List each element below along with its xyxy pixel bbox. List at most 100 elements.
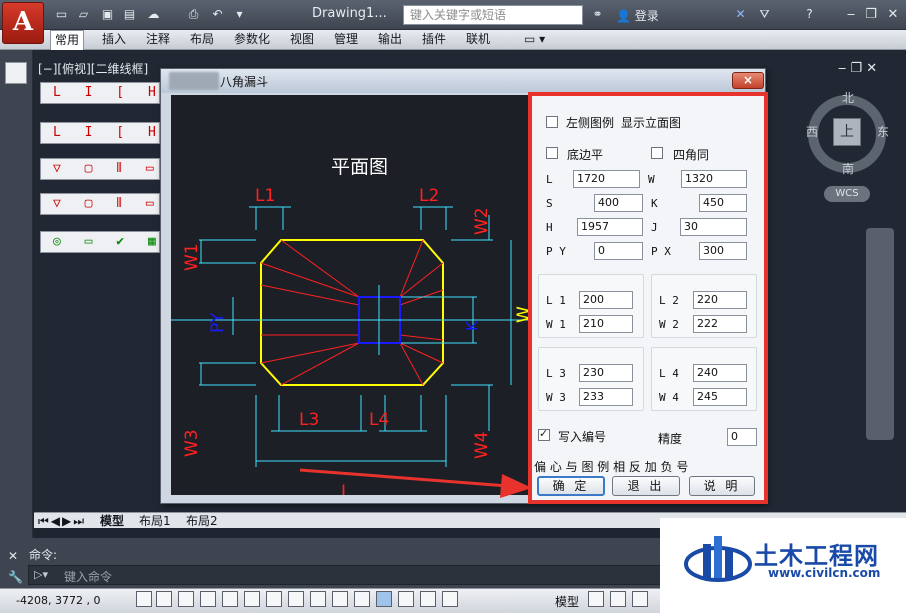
four-corner-checkbox[interactable] — [651, 147, 663, 159]
pan-icon[interactable] — [632, 591, 648, 607]
app-logo[interactable]: A — [2, 2, 44, 44]
corner-l1-input[interactable]: 200 — [579, 291, 633, 309]
tab-online[interactable]: 联机 — [462, 30, 494, 50]
compass-east[interactable]: 东 — [877, 123, 889, 140]
new-icon[interactable]: ▭ — [54, 7, 69, 22]
search-input[interactable]: 键入关键字或短语 — [403, 5, 583, 25]
exchange-icon[interactable]: ✕ — [733, 7, 748, 22]
corner-w1-input[interactable]: 210 — [579, 315, 633, 333]
corner-l2-input[interactable]: 220 — [693, 291, 747, 309]
saveas-icon[interactable]: ▤ — [122, 7, 137, 22]
tab-annotate[interactable]: 注释 — [142, 30, 174, 50]
corner-l3-input[interactable]: 230 — [579, 364, 633, 382]
osnap-icon[interactable] — [244, 591, 260, 607]
login-label: 登录 — [634, 9, 659, 23]
layout-nav-arrows[interactable]: ⏮◀▶⏭ — [38, 514, 86, 528]
param-py-input[interactable]: 0 — [594, 242, 643, 260]
polar-icon[interactable] — [222, 591, 238, 607]
view-label[interactable]: [−][俯视][二维线框] — [38, 60, 148, 77]
tab-view[interactable]: 视图 — [286, 30, 318, 50]
custom-toolbar-5[interactable]: ◎ ▭ ✔ ▦ ✚ — [40, 231, 160, 253]
ribbon-options-icon[interactable]: ▭ ▾ — [520, 30, 549, 50]
login-button[interactable]: 👤 登录 — [616, 7, 659, 24]
custom-toolbar-4[interactable]: ▽ ▢ ⦀ ▭ ◦ — [40, 193, 160, 215]
am-icon[interactable] — [442, 591, 458, 607]
tab-plugins[interactable]: 插件 — [418, 30, 450, 50]
dyn-icon[interactable] — [332, 591, 348, 607]
grid-icon[interactable] — [178, 591, 194, 607]
param-w-input[interactable]: 1320 — [681, 170, 747, 188]
tab-model[interactable]: 模型 — [100, 514, 124, 528]
param-k-label: K — [651, 197, 658, 210]
custom-toolbar-2[interactable]: L I [ H O — [40, 122, 160, 144]
model-space-button[interactable]: 模型 — [555, 593, 579, 610]
param-px-input[interactable]: 300 — [699, 242, 747, 260]
param-k-input[interactable]: 450 — [699, 194, 747, 212]
compass-north[interactable]: 北 — [842, 89, 854, 106]
command-input[interactable]: 键入命令 — [64, 568, 112, 585]
lineweight-icon[interactable] — [354, 591, 370, 607]
cloud-icon[interactable]: ☁ — [146, 7, 161, 22]
corner-w4-input[interactable]: 245 — [693, 388, 747, 406]
bottom-flat-checkbox[interactable] — [546, 147, 558, 159]
3dosnap-icon[interactable] — [266, 591, 282, 607]
coordinate-readout[interactable]: -4208, 3772 , 0 — [16, 594, 100, 607]
save-icon[interactable]: ▣ — [100, 7, 115, 22]
compass-west[interactable]: 西 — [806, 123, 818, 140]
quickview-drawings-icon[interactable] — [610, 591, 626, 607]
open-icon[interactable]: ▱ — [76, 7, 91, 22]
ok-button[interactable]: 确 定 — [537, 476, 605, 496]
corner-w3-input[interactable]: 233 — [579, 388, 633, 406]
dialog-close-button[interactable]: × — [732, 72, 764, 89]
tab-home[interactable]: 常用 — [50, 30, 85, 50]
custom-toolbar-3[interactable]: ▽ ▢ ⦀ ▭ ◦ — [40, 158, 160, 180]
wrench-icon[interactable]: 🔧 — [8, 570, 23, 584]
maximize-icon[interactable]: ❐ — [862, 6, 880, 24]
close-icon[interactable]: ✕ — [884, 6, 902, 24]
corner-w2-input[interactable]: 222 — [693, 315, 747, 333]
tab-layout[interactable]: 布局 — [186, 30, 218, 50]
dialog-titlebar[interactable]: 八角漏斗 × — [161, 69, 765, 93]
tab-layout1[interactable]: 布局1 — [139, 514, 171, 528]
command-prompt-icon[interactable]: ▷▾ — [34, 568, 48, 581]
qp-icon[interactable] — [398, 591, 414, 607]
minimize-icon[interactable]: ‒ — [842, 6, 860, 24]
help-button[interactable]: 说 明 — [689, 476, 755, 496]
redo-dropdown-icon[interactable]: ▾ — [232, 7, 247, 22]
command-close-icon[interactable]: ✕ — [8, 549, 18, 563]
gear-tool-icon[interactable] — [5, 62, 27, 84]
corner-l4-input[interactable]: 240 — [693, 364, 747, 382]
undo-icon[interactable]: ↶ — [210, 7, 225, 22]
tab-insert[interactable]: 插入 — [98, 30, 130, 50]
write-number-checkbox[interactable] — [538, 427, 550, 441]
navigation-bar[interactable] — [866, 228, 894, 440]
help-icon[interactable]: ? — [802, 7, 817, 22]
left-legend-checkbox[interactable] — [546, 116, 558, 128]
quickview-layouts-icon[interactable] — [588, 591, 604, 607]
otrack-icon[interactable] — [288, 591, 304, 607]
tab-output[interactable]: 输出 — [374, 30, 406, 50]
param-s-input[interactable]: 400 — [594, 194, 643, 212]
param-l-input[interactable]: 1720 — [573, 170, 640, 188]
compass-south[interactable]: 南 — [842, 160, 854, 177]
ortho-icon[interactable] — [200, 591, 216, 607]
viewport-window-buttons[interactable]: ‒ ❐ ✕ — [838, 61, 877, 76]
tab-parametric[interactable]: 参数化 — [230, 30, 274, 50]
tab-layout2[interactable]: 布局2 — [186, 514, 218, 528]
snap-icon[interactable] — [156, 591, 172, 607]
autodesk-icon[interactable]: ⛛ — [757, 7, 772, 22]
transparency-icon[interactable] — [376, 591, 392, 607]
precision-input[interactable]: 0 — [727, 428, 757, 446]
infer-icon[interactable] — [136, 591, 152, 607]
exit-button[interactable]: 退 出 — [612, 476, 680, 496]
print-icon[interactable]: ⎙ — [186, 7, 201, 22]
param-h-input[interactable]: 1957 — [577, 218, 643, 236]
custom-toolbar-1[interactable]: L I [ H O — [40, 82, 160, 104]
sc-icon[interactable] — [420, 591, 436, 607]
tab-manage[interactable]: 管理 — [330, 30, 362, 50]
ducs-icon[interactable] — [310, 591, 326, 607]
viewcube-top-face[interactable]: 上 — [833, 118, 861, 146]
param-j-input[interactable]: 30 — [680, 218, 747, 236]
binoculars-icon[interactable]: ⚭ — [590, 7, 605, 22]
wcs-menu[interactable]: WCS — [824, 186, 870, 202]
